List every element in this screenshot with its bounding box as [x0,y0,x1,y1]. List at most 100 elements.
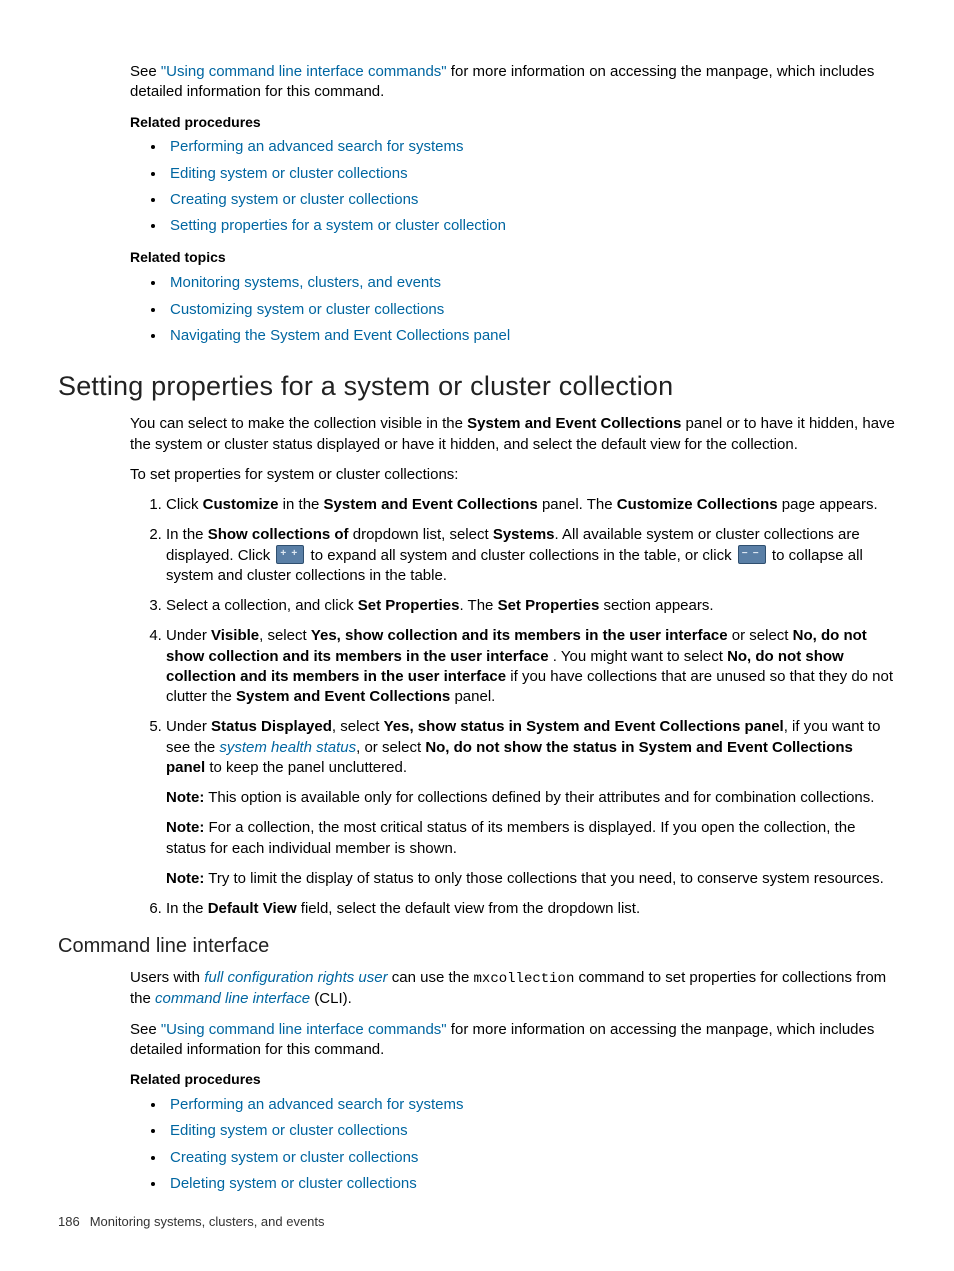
bold-text: Customize [203,496,279,513]
intro-paragraph: See "Using command line interface comman… [130,62,896,103]
list-item: Customizing system or cluster collection… [166,300,896,320]
bold-text: System and Event Collections [324,496,538,513]
text: Click [166,496,203,513]
bold-text: Default View [208,900,297,917]
step-1: Click Customize in the System and Event … [166,495,896,515]
text: For a collection, the most critical stat… [166,819,855,856]
text: Users with [130,969,204,986]
link-related-procedure[interactable]: Setting properties for a system or clust… [170,217,506,234]
heading-related-procedures: Related procedures [130,113,896,132]
link-full-config-rights-user[interactable]: full configuration rights user [204,969,387,986]
text: Under [166,718,211,735]
heading-related-topics: Related topics [130,248,896,267]
list-item: Performing an advanced search for system… [166,1095,896,1115]
link-related-procedure[interactable]: Performing an advanced search for system… [170,138,463,155]
list-item: Creating system or cluster collections [166,190,896,210]
link-related-topic[interactable]: Navigating the System and Event Collecti… [170,327,510,344]
document-page: See "Using command line interface comman… [0,0,954,1271]
note-label: Note: [166,870,204,887]
heading-setting-properties: Setting properties for a system or clust… [58,368,896,404]
footer-title: Monitoring systems, clusters, and events [90,1214,325,1229]
text: field, select the default view from the … [297,900,641,917]
step-5: Under Status Displayed, select Yes, show… [166,717,896,889]
list-item: Navigating the System and Event Collecti… [166,326,896,346]
link-command-line-interface[interactable]: command line interface [155,990,310,1007]
bold-text: System and Event Collections [236,688,450,705]
text: See [130,63,161,80]
link-related-procedure[interactable]: Creating system or cluster collections [170,1149,418,1166]
paragraph: Users with full configuration rights use… [130,968,896,1009]
list-related-topics: Monitoring systems, clusters, and events… [130,273,896,346]
page-footer: 186 Monitoring systems, clusters, and eve… [58,1213,325,1231]
paragraph: To set properties for system or cluster … [130,465,896,485]
link-related-procedure[interactable]: Creating system or cluster collections [170,191,418,208]
link-using-cli-commands[interactable]: "Using command line interface commands" [161,63,447,80]
text: You can select to make the collection vi… [130,415,467,432]
text: In the [166,900,208,917]
text: dropdown list, select [349,526,493,543]
step-2: In the Show collections of dropdown list… [166,525,896,586]
text: , select [259,627,311,644]
text: This option is available only for collec… [204,789,874,806]
link-related-procedure[interactable]: Editing system or cluster collections [170,165,408,182]
link-related-procedure[interactable]: Editing system or cluster collections [170,1122,408,1139]
step-3: Select a collection, and click Set Prope… [166,596,896,616]
list-item: Monitoring systems, clusters, and events [166,273,896,293]
link-using-cli-commands[interactable]: "Using command line interface commands" [161,1021,447,1038]
text: or select [732,627,793,644]
content-block: See "Using command line interface comman… [130,62,896,1194]
list-item: Editing system or cluster collections [166,1121,896,1141]
bold-text: Status Displayed [211,718,332,735]
text: , or select [356,739,425,756]
heading-related-procedures: Related procedures [130,1070,896,1089]
link-related-topic[interactable]: Customizing system or cluster collection… [170,301,444,318]
text: In the [166,526,208,543]
bold-text: Systems [493,526,555,543]
text: Select a collection, and click [166,597,358,614]
text: (CLI). [310,990,352,1007]
link-system-health-status[interactable]: system health status [219,739,356,756]
text: to expand all system and cluster collect… [306,547,735,564]
list-related-procedures: Performing an advanced search for system… [130,137,896,236]
page-number: 186 [58,1214,80,1229]
step-4: Under Visible, select Yes, show collecti… [166,626,896,707]
bold-text: Yes, show status in System and Event Col… [384,718,784,735]
text: See [130,1021,161,1038]
link-related-procedure[interactable]: Performing an advanced search for system… [170,1096,463,1113]
text: section appears. [599,597,713,614]
note-3: Note: Try to limit the display of status… [166,869,896,889]
bold-text: Show collections of [208,526,349,543]
list-item: Performing an advanced search for system… [166,137,896,157]
paragraph: You can select to make the collection vi… [130,414,896,455]
text: can use the [388,969,474,986]
list-related-procedures: Performing an advanced search for system… [130,1095,896,1194]
text: , select [332,718,384,735]
expand-all-icon: ++ [276,545,304,564]
link-related-procedure[interactable]: Deleting system or cluster collections [170,1175,417,1192]
bold-text: Yes, show collection and its members in … [311,627,732,644]
paragraph: See "Using command line interface comman… [130,1020,896,1061]
note-2: Note: For a collection, the most critica… [166,818,896,859]
list-item: Setting properties for a system or clust… [166,216,896,236]
text: . The [459,597,497,614]
list-item: Creating system or cluster collections [166,1148,896,1168]
bold-text: Customize Collections [617,496,778,513]
link-related-topic[interactable]: Monitoring systems, clusters, and events [170,274,441,291]
list-item: Deleting system or cluster collections [166,1174,896,1194]
ordered-steps: Click Customize in the System and Event … [130,495,896,919]
note-label: Note: [166,789,204,806]
bold-text: Set Properties [498,597,600,614]
note-1: Note: This option is available only for … [166,788,896,808]
note-label: Note: [166,819,204,836]
collapse-all-icon: −− [738,545,766,564]
text: . You might want to select [553,648,727,665]
step-6: In the Default View field, select the de… [166,899,896,919]
list-item: Editing system or cluster collections [166,164,896,184]
text: panel. [450,688,495,705]
text: Under [166,627,211,644]
text: Try to limit the display of status to on… [204,870,884,887]
bold-text: Visible [211,627,259,644]
bold-text: System and Event Collections [467,415,681,432]
heading-command-line-interface: Command line interface [58,933,896,960]
text: panel. The [538,496,617,513]
